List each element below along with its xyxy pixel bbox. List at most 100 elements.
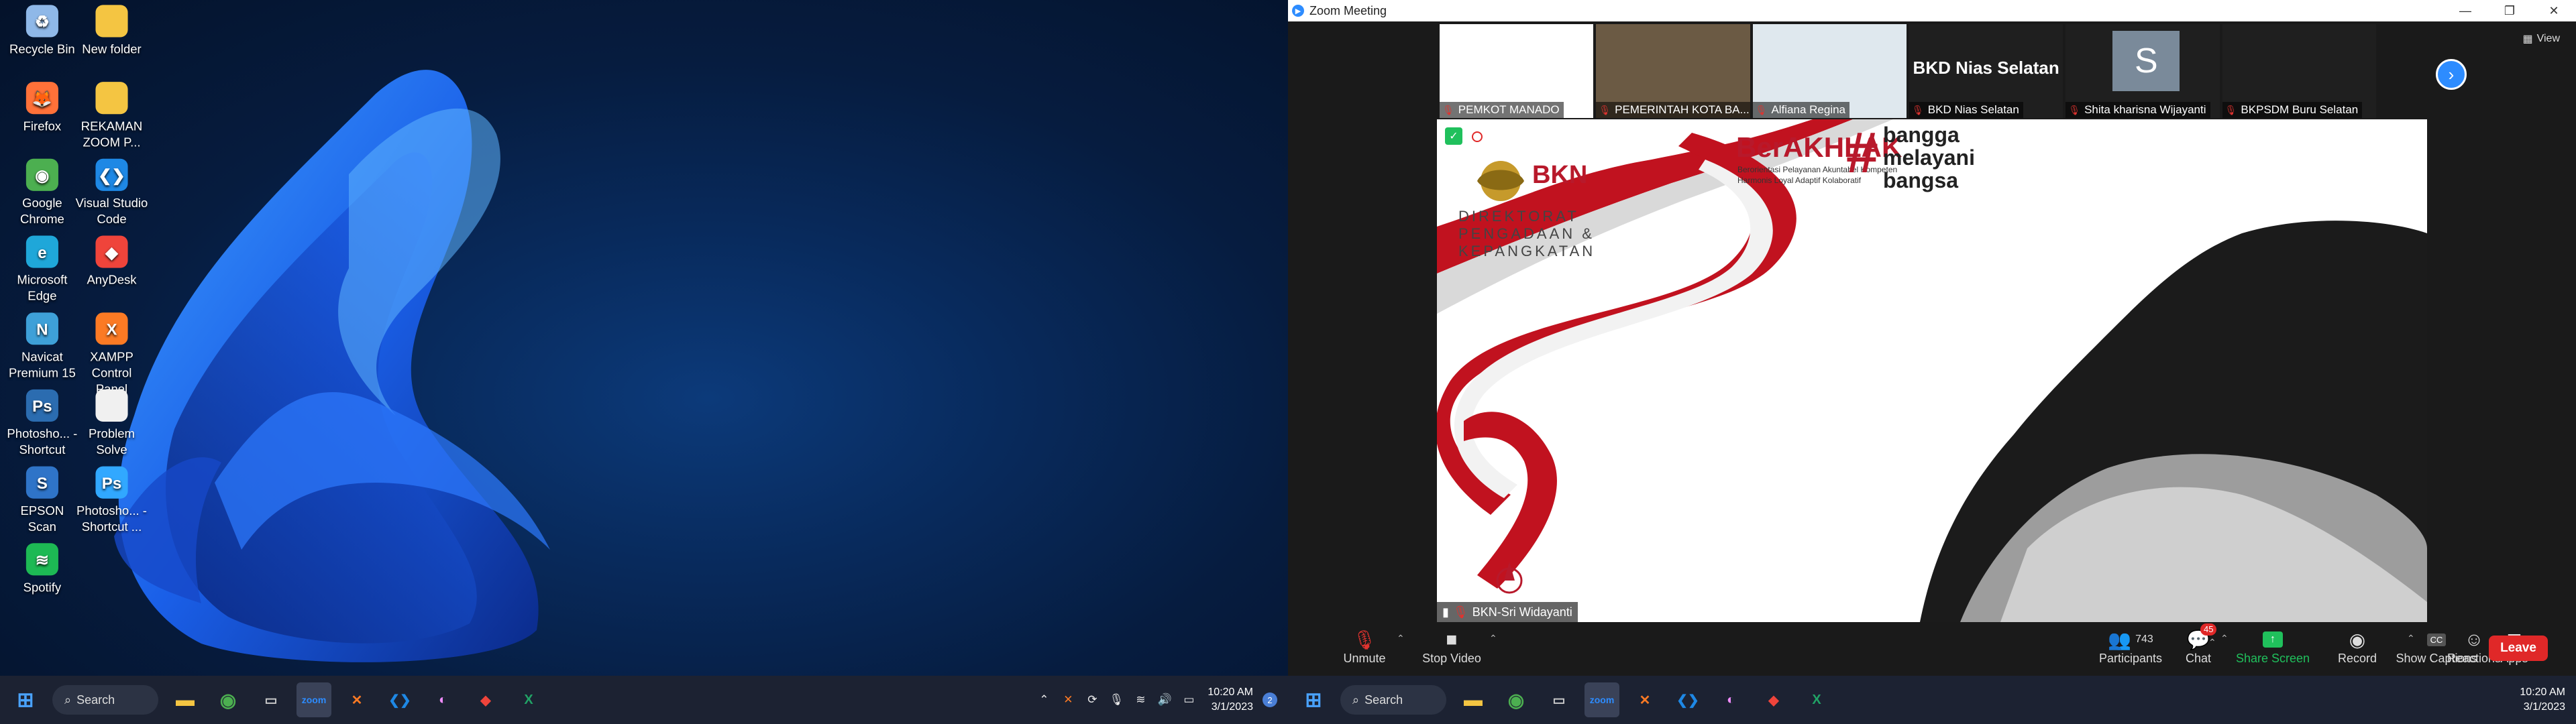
desktop-icon[interactable]: Ps Photosho... - Shortcut (5, 389, 79, 459)
battery-icon[interactable]: ▭ (1180, 691, 1197, 709)
participant-tile[interactable]: S 🎙 Shita kharisna Wijayanti (2065, 24, 2220, 118)
mic-muted-icon: 🎙 (1442, 104, 1454, 115)
chevron-up-icon[interactable]: ⌃ (1035, 691, 1053, 709)
participant-tile[interactable]: BKD Nias Selatan 🎙 BKD Nias Selatan (1909, 24, 2063, 118)
anydesk-taskbar-icon[interactable]: ◆ (468, 682, 503, 717)
notification-badge[interactable]: 2 (1263, 692, 1277, 707)
participant-tile[interactable]: 🎙 PEMKOT MANADO (1440, 24, 1594, 118)
file-explorer-taskbar-icon[interactable]: ▬ (1456, 682, 1491, 717)
shared-slide-graphic (1437, 119, 2427, 622)
chat-icon: 💬 (2186, 629, 2210, 650)
xampp-taskbar-icon[interactable]: ✕ (1627, 682, 1662, 717)
stop-video-button[interactable]: ■ Stop Video (1411, 627, 1492, 666)
desktop-icon[interactable]: ♻ Recycle Bin (5, 5, 79, 58)
vscode-taskbar-icon[interactable]: ❮❯ (382, 682, 417, 717)
chrome-taskbar-icon[interactable]: ◉ (211, 682, 246, 717)
close-button[interactable]: ✕ (2532, 0, 2576, 21)
chat-options-caret[interactable]: ⌃ (2208, 637, 2216, 648)
leave-button[interactable]: Leave (2489, 636, 2548, 661)
desktop-icon[interactable]: ❮❯ Visual Studio Code (74, 158, 149, 229)
taskbar-left: ⊞ ⌕ Search ▬ ◉ ▭ zoom ✕ ❮❯ ◐ ◆ X ⌃ ✕ ⟳ 🎙… (0, 676, 1288, 724)
start-button-right[interactable]: ⊞ (1296, 682, 1331, 717)
mic-muted-icon: 🎙 (1911, 104, 1924, 115)
window-controls: — ❐ ✕ (2443, 0, 2576, 21)
desktop-icon[interactable]: Ps Photosho... - Shortcut ... (74, 466, 149, 536)
audio-options-caret[interactable]: ⌃ (1397, 633, 1405, 644)
system-tray-right: 10:20 AM 3/1/2023 (2513, 676, 2565, 724)
share-screen-button[interactable]: ↑ Share Screen (2233, 627, 2313, 666)
next-page-button[interactable]: › (2436, 59, 2467, 90)
desktop-icon[interactable]: ◆ AnyDesk (74, 235, 149, 290)
folder-icon (95, 82, 128, 115)
excel-taskbar-icon[interactable]: X (1799, 682, 1834, 717)
paint-taskbar-icon[interactable]: ◐ (425, 682, 460, 717)
excel-taskbar-icon[interactable]: X (511, 682, 546, 717)
file-explorer-taskbar-icon[interactable]: ▬ (168, 682, 203, 717)
desktop-icon-label: Visual Studio Code (75, 197, 148, 227)
desktop-icon[interactable]: ◉ Google Chrome (5, 158, 79, 229)
desktop-icon[interactable]: REKAMAN ZOOM P... (74, 82, 149, 152)
desktop-icon[interactable]: XXAMPP Control Panel (74, 312, 149, 398)
vscode-taskbar-icon[interactable]: ❮❯ (1670, 682, 1705, 717)
zoom-taskbar-icon[interactable]: zoom (1585, 682, 1619, 717)
video-camera-icon: ■ (1446, 629, 1458, 650)
captions-options-caret[interactable]: ⌃ (2407, 633, 2415, 644)
minimize-button[interactable]: — (2443, 0, 2487, 21)
mic-muted-icon: 🎙 (2224, 104, 2237, 115)
desktop-icon[interactable]: N Navicat Premium 15 (5, 312, 79, 382)
record-icon: ◉ (2349, 629, 2366, 650)
taskbar-search[interactable]: ⌕ Search (52, 685, 158, 715)
participant-tile[interactable]: 🎙 PEMERINTAH KOTA BA... (1596, 24, 1750, 118)
participant-tile[interactable]: 🎙 Alfiana Regina (1752, 24, 1907, 118)
desktop-icon-label: AnyDesk (87, 274, 137, 288)
view-button[interactable]: ▦ View (2522, 32, 2560, 46)
dept-line-2: PENGADAAN & (1458, 225, 1595, 242)
xampp-icon: X (95, 312, 128, 345)
participant-name: BKPSDM Buru Selatan (2241, 103, 2359, 116)
system-tray: ⌃ ✕ ⟳ 🎙 ≋ 🔊 ▭ 10:20 AM 3/1/2023 2 (1032, 676, 1277, 724)
volume-icon[interactable]: 🔊 (1156, 691, 1173, 709)
unmute-button[interactable]: 🎙 Unmute (1324, 627, 1405, 666)
start-button[interactable]: ⊞ (8, 682, 43, 717)
sync-icon[interactable]: ⟳ (1083, 691, 1101, 709)
windows-bloom-wallpaper (114, 70, 550, 662)
shortcut-icon: Ps (25, 389, 58, 422)
desktop-icon[interactable]: Problem Solve (74, 389, 149, 459)
mic-muted-icon: 🎙 (1599, 104, 1611, 115)
chat-label: Chat (2185, 652, 2212, 665)
security-shield-icon[interactable]: ✓ (1445, 127, 1462, 145)
chrome-taskbar-icon[interactable]: ◉ (1499, 682, 1534, 717)
taskbar-clock-right[interactable]: 10:20 AM 3/1/2023 (2520, 685, 2565, 715)
desktop-icon[interactable]: New folder (74, 5, 149, 58)
zoom-taskbar-icon[interactable]: zoom (297, 682, 331, 717)
berakhlak-sub-2: Harmonis Loyal Adaptif Kolaboratif (1737, 176, 1862, 185)
edge-icon: e (25, 235, 58, 268)
taskbar-search-right[interactable]: ⌕ Search (1340, 685, 1446, 715)
desktop-icon[interactable]: e Microsoft Edge (5, 235, 79, 306)
participant-name: Alfiana Regina (1771, 103, 1846, 116)
desktop-icon-label: Photosho... - Shortcut (7, 428, 78, 458)
wifi-icon[interactable]: ≋ (1132, 691, 1149, 709)
mic-muted-icon: 🎙 (1755, 104, 1768, 115)
xampp-taskbar-icon[interactable]: ✕ (339, 682, 374, 717)
participant-tile[interactable]: 🎙 BKPSDM Buru Selatan (2222, 24, 2376, 118)
chat-button[interactable]: 💬 Chat (2158, 627, 2239, 666)
video-options-caret[interactable]: ⌃ (1489, 633, 1497, 644)
desktop-icon[interactable]: S EPSON Scan (5, 466, 79, 536)
anydesk-taskbar-icon[interactable]: ◆ (1756, 682, 1791, 717)
xampp-tray-icon[interactable]: ✕ (1059, 691, 1077, 709)
desktop-icon[interactable]: ≋ Spotify (5, 543, 79, 597)
desktop-icon-label: Firefox (23, 120, 62, 134)
participants-icon: 👥 (2108, 629, 2132, 650)
terminal-taskbar-icon[interactable]: ▭ (254, 682, 288, 717)
bangga-line-2: melayani (1883, 145, 1975, 170)
desktop-icon[interactable]: 🦊 Firefox (5, 82, 79, 135)
microphone-icon[interactable]: 🎙 (1108, 691, 1125, 709)
maximize-button[interactable]: ❐ (2487, 0, 2532, 21)
record-button[interactable]: ◉ Record (2317, 627, 2398, 666)
paint-taskbar-icon[interactable]: ◐ (1713, 682, 1748, 717)
search-label: Search (76, 692, 115, 707)
search-label-right: Search (1364, 692, 1403, 707)
terminal-taskbar-icon[interactable]: ▭ (1542, 682, 1576, 717)
taskbar-clock[interactable]: 10:20 AM 3/1/2023 (1208, 685, 1253, 715)
